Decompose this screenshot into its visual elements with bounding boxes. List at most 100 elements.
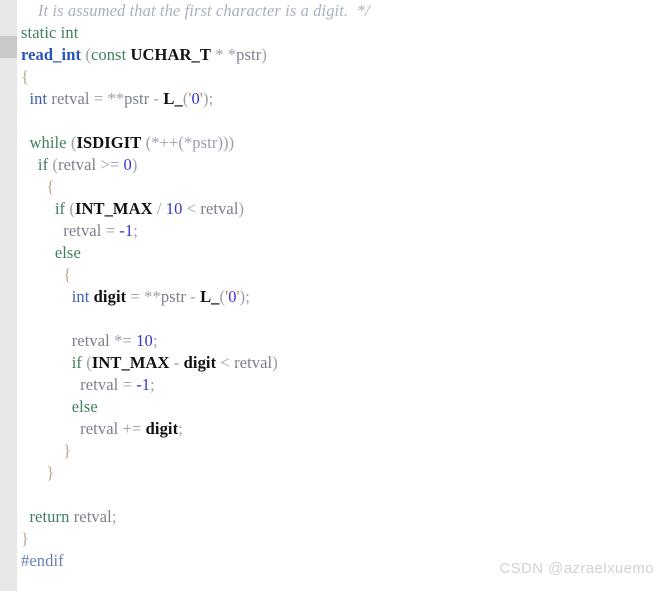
paren-close: ) [131,155,138,174]
assign-op: = [130,287,140,306]
type-int: int [71,287,90,306]
semicolon: ; [152,331,158,350]
macro-l: L_ [163,89,183,108]
var-retval: retval [80,375,119,394]
function-name: read_int [21,45,82,64]
code-line[interactable]: int retval = **pstr - L_('0'); [17,88,668,110]
var-digit: digit [93,287,127,306]
keyword-while: while [29,133,67,152]
brace-open: { [46,177,55,196]
var-retval: retval [234,353,273,372]
compare-op: >= [100,155,120,174]
brace-close-body: } [21,529,30,548]
brace-close: } [63,441,72,460]
assign-op: = [122,375,132,394]
keyword-else: else [54,243,81,262]
assign-op: = [105,221,116,240]
number-ten: 10 [165,199,183,218]
semicolon: ; [178,419,183,438]
semicolon: ; [133,221,138,240]
deref-op: ** [144,287,161,306]
deref-op: ** [107,89,125,108]
char-zero: 0 [191,89,200,108]
code-line[interactable]: return retval; [17,506,668,528]
code-line-blank[interactable] [17,484,668,506]
semicolon: ; [245,287,250,306]
brace-close: } [46,463,55,482]
less-than-op: < [220,353,230,372]
macro-int-max: INT_MAX [74,199,153,218]
var-digit: digit [183,353,217,372]
var-pstr: pstr [124,89,150,108]
code-line[interactable]: { [17,176,668,198]
macro-uchar-t: UCHAR_T [130,45,211,64]
number-neg-one: -1 [136,375,151,394]
keyword-if: if [37,155,49,174]
block-comment-text: It is assumed that the first character i… [37,1,349,20]
assign-op: = [93,89,104,108]
code-line[interactable]: retval *= 10; [17,330,668,352]
code-line[interactable]: int digit = **pstr - L_('0'); [17,286,668,308]
keyword-const: const [90,45,127,64]
code-line[interactable]: static int [17,22,668,44]
number-neg-one: -1 [119,221,134,240]
paren-close: ) [238,199,245,218]
code-line[interactable]: } [17,440,668,462]
code-line[interactable]: { [17,264,668,286]
isdigit-argument: (*++(*pstr))) [145,133,235,152]
type-int: int [29,89,48,108]
code-line[interactable]: read_int (const UCHAR_T * *pstr) [17,44,668,66]
code-screenshot: It is assumed that the first character i… [0,0,668,591]
var-retval: retval [80,419,119,438]
semicolon: ; [208,89,214,108]
keyword-return: return [29,507,70,526]
var-retval: retval [63,221,102,240]
code-line[interactable]: if (INT_MAX - digit < retval) [17,352,668,374]
code-line-blank[interactable] [17,308,668,330]
keyword-if: if [54,199,66,218]
var-pstr: pstr [160,287,186,306]
var-retval: retval [73,507,112,526]
var-retval: retval [71,331,110,350]
code-line[interactable]: if (INT_MAX / 10 < retval) [17,198,668,220]
code-line[interactable]: retval = -1; [17,374,668,396]
editor-gutter [0,0,17,591]
star-2: * [227,45,237,64]
var-retval: retval [51,89,90,108]
code-line[interactable]: retval += digit; [17,418,668,440]
semicolon: ; [150,375,155,394]
keyword-int: int [60,23,79,42]
code-line[interactable]: { [17,66,668,88]
code-line[interactable]: } [17,462,668,484]
code-editor-surface[interactable]: It is assumed that the first character i… [17,0,668,591]
code-line[interactable]: if (retval >= 0) [17,154,668,176]
preprocessor-endif: #endif [21,551,64,570]
add-assign-op: += [122,419,142,438]
change-marker-icon [0,36,17,58]
code-line[interactable]: } [17,528,668,550]
semicolon: ; [111,507,117,526]
brace-open: { [63,265,72,284]
macro-int-max: INT_MAX [91,353,170,372]
mul-assign-op: *= [114,331,132,350]
code-line[interactable]: else [17,396,668,418]
star-1: * [215,45,224,64]
keyword-else: else [71,397,98,416]
paren-close: ) [261,45,267,64]
paren-close: ) [272,353,278,372]
watermark: CSDN @azraelxuemo [499,560,654,577]
var-retval: retval [200,199,239,218]
keyword-static: static [21,23,57,42]
code-line[interactable]: retval = -1; [17,220,668,242]
macro-l: L_ [200,287,220,306]
comment-close: */ [356,1,370,20]
code-line[interactable]: else [17,242,668,264]
code-line-blank[interactable] [17,110,668,132]
code-line[interactable]: It is assumed that the first character i… [17,0,668,22]
var-retval: retval [58,155,97,174]
brace-open-body: { [21,67,30,86]
number-zero: 0 [123,155,132,174]
var-digit: digit [145,419,179,438]
number-ten: 10 [136,331,153,350]
code-line[interactable]: while (ISDIGIT (*++(*pstr))) [17,132,668,154]
